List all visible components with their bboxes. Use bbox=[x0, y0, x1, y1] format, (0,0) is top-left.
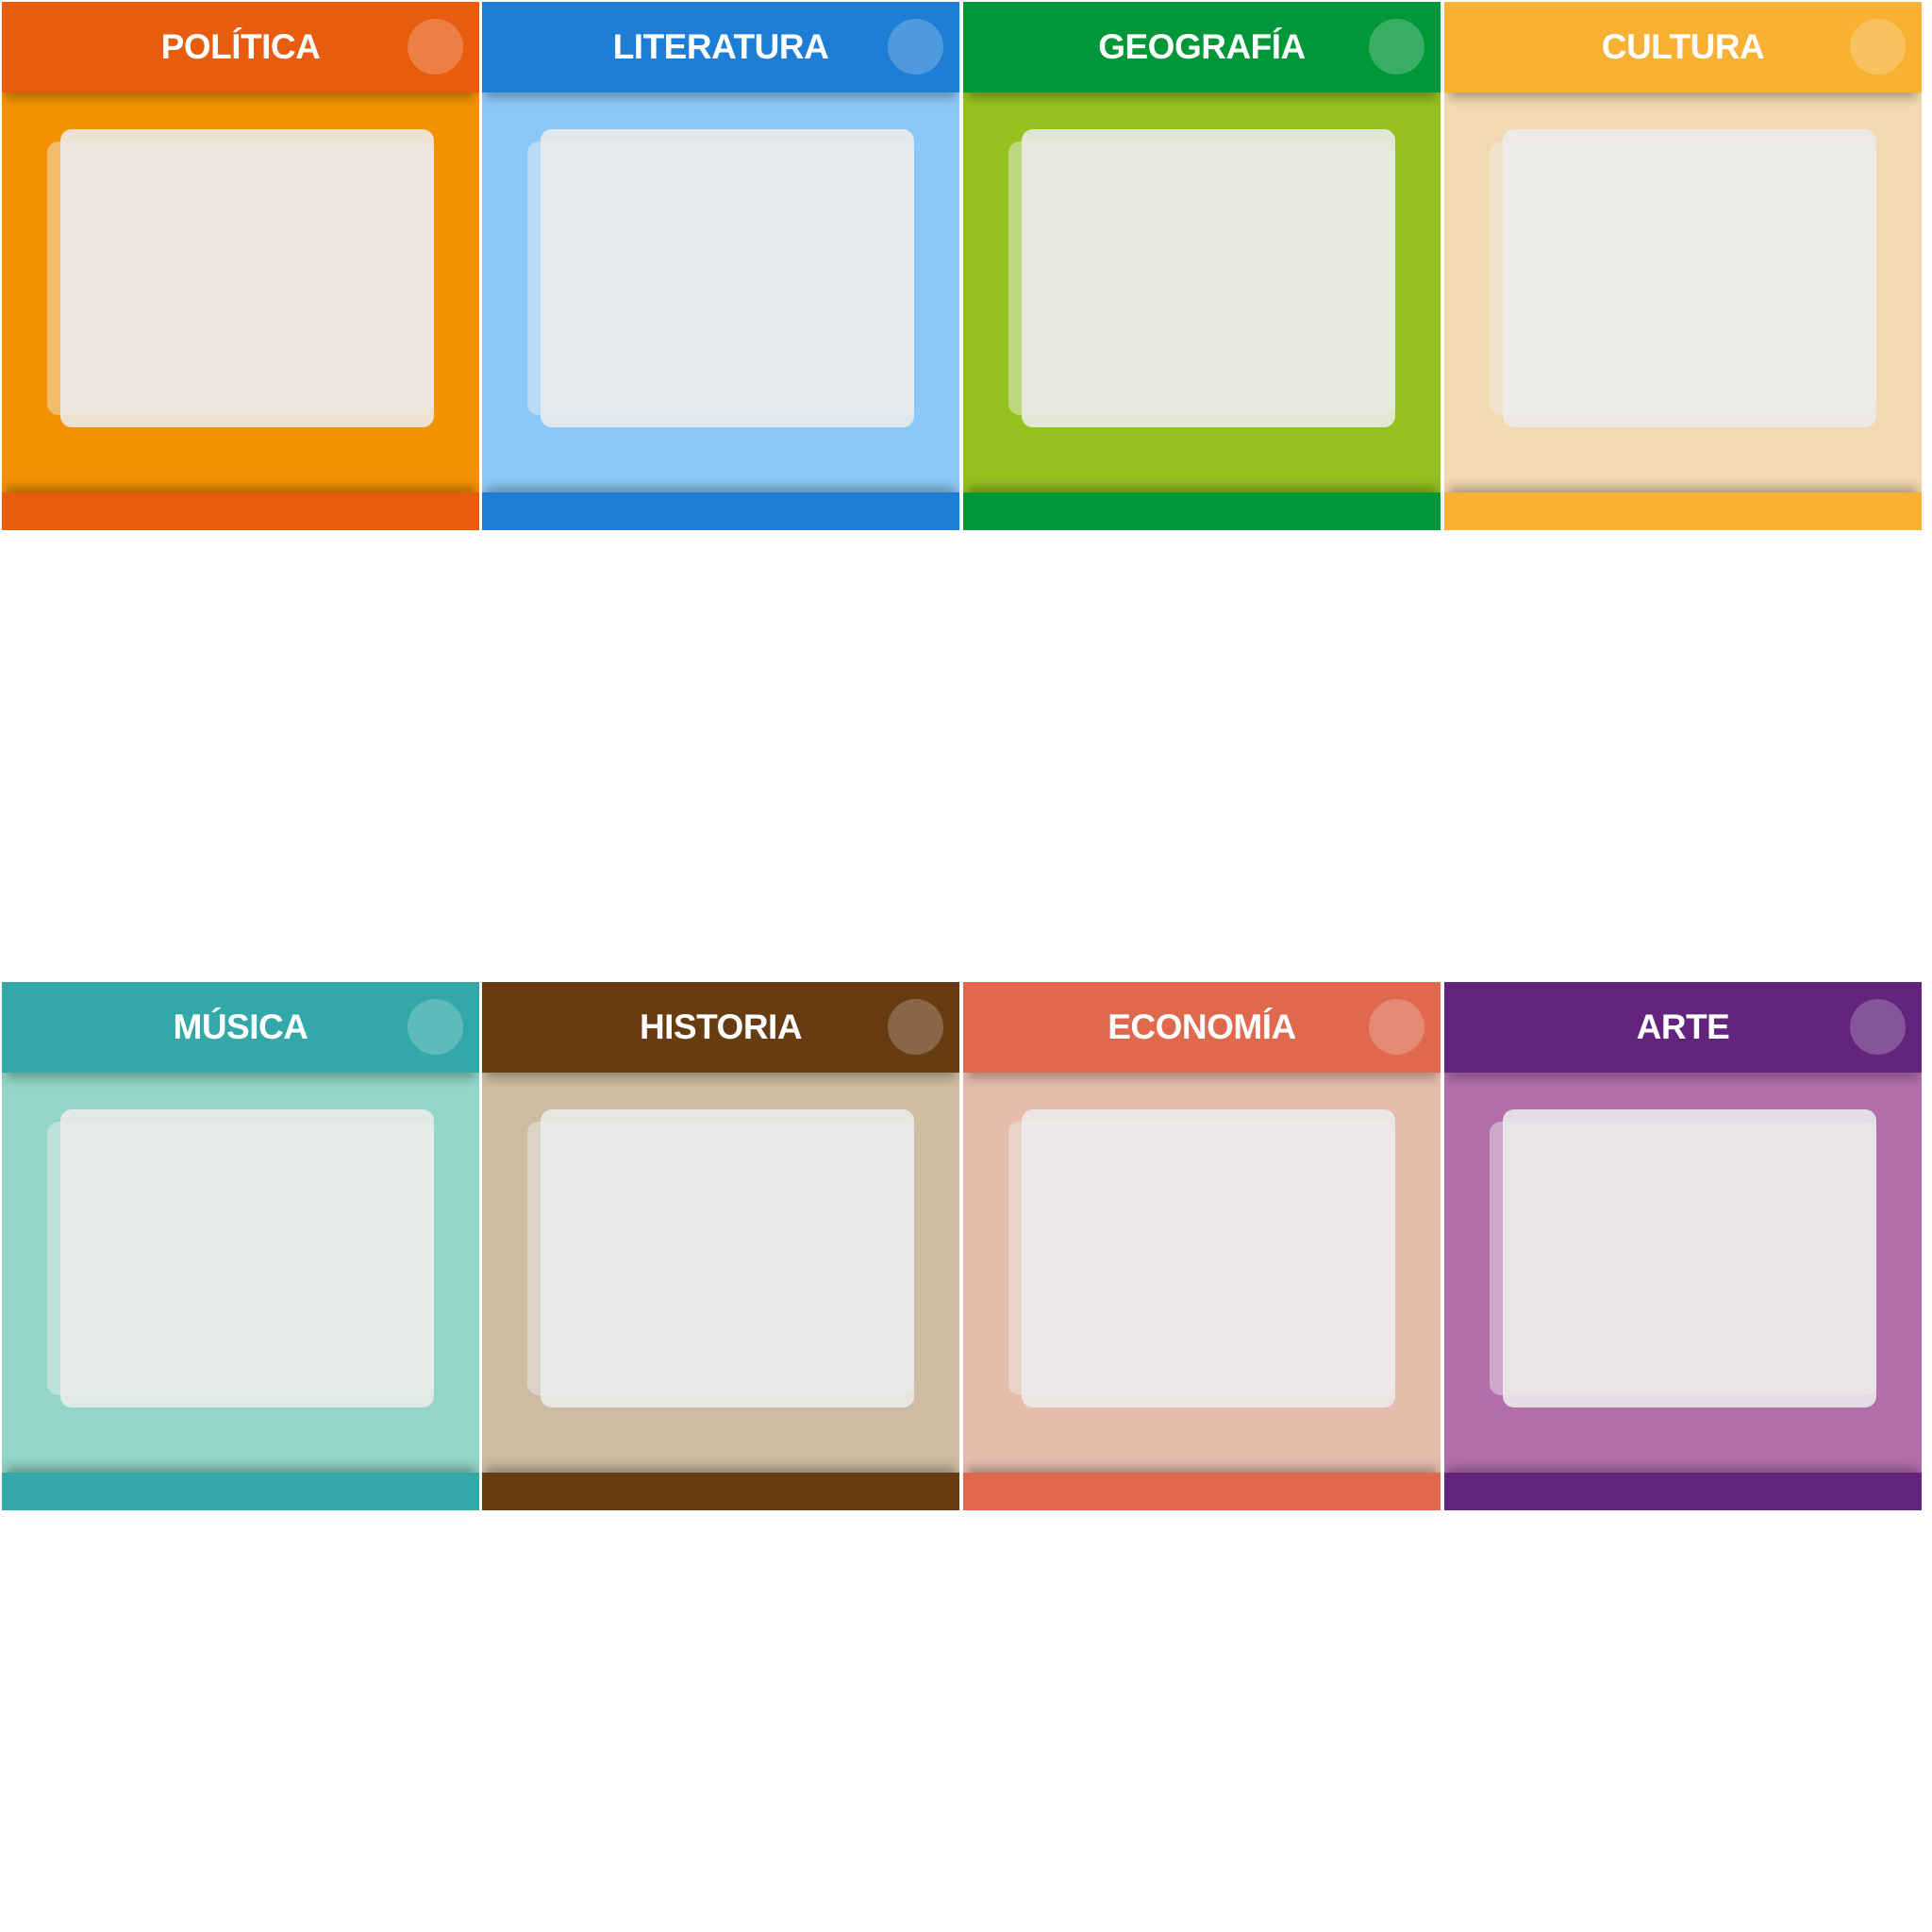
circle-icon[interactable] bbox=[1369, 19, 1424, 75]
card-content-area[interactable] bbox=[1503, 129, 1876, 427]
card-arte: ARTE bbox=[1444, 982, 1922, 1510]
card-header: POLÍTICA bbox=[2, 2, 479, 92]
circle-icon[interactable] bbox=[1369, 999, 1424, 1055]
card-footer bbox=[963, 492, 1441, 530]
circle-icon[interactable] bbox=[1850, 999, 1906, 1055]
card-footer bbox=[482, 1473, 959, 1510]
card-content-area[interactable] bbox=[1022, 1109, 1395, 1407]
circle-icon[interactable] bbox=[888, 999, 943, 1055]
card-content-area[interactable] bbox=[541, 129, 914, 427]
circle-icon[interactable] bbox=[408, 999, 463, 1055]
card-footer bbox=[2, 492, 479, 530]
card-literatura: LITERATURA bbox=[482, 2, 959, 530]
card-header: ARTE bbox=[1444, 982, 1922, 1073]
card-content-area[interactable] bbox=[541, 1109, 914, 1407]
card-header: HISTORIA bbox=[482, 982, 959, 1073]
card-geografia: GEOGRAFÍA bbox=[963, 2, 1441, 530]
card-footer bbox=[482, 492, 959, 530]
card-content-area[interactable] bbox=[1022, 129, 1395, 427]
card-content-area[interactable] bbox=[60, 1109, 434, 1407]
card-content-area[interactable] bbox=[1503, 1109, 1876, 1407]
card-historia: HISTORIA bbox=[482, 982, 959, 1510]
card-footer bbox=[2, 1473, 479, 1510]
card-header: MÚSICA bbox=[2, 982, 479, 1073]
card-politica: POLÍTICA bbox=[2, 2, 479, 530]
card-cultura: CULTURA bbox=[1444, 2, 1922, 530]
card-footer bbox=[963, 1473, 1441, 1510]
card-header: ECONOMÍA bbox=[963, 982, 1441, 1073]
card-musica: MÚSICA bbox=[2, 982, 479, 1510]
card-economia: ECONOMÍA bbox=[963, 982, 1441, 1510]
card-content-area[interactable] bbox=[60, 129, 434, 427]
card-header: LITERATURA bbox=[482, 2, 959, 92]
card-footer bbox=[1444, 492, 1922, 530]
circle-icon[interactable] bbox=[1850, 19, 1906, 75]
circle-icon[interactable] bbox=[408, 19, 463, 75]
card-header: CULTURA bbox=[1444, 2, 1922, 92]
card-header: GEOGRAFÍA bbox=[963, 2, 1441, 92]
circle-icon[interactable] bbox=[888, 19, 943, 75]
card-footer bbox=[1444, 1473, 1922, 1510]
